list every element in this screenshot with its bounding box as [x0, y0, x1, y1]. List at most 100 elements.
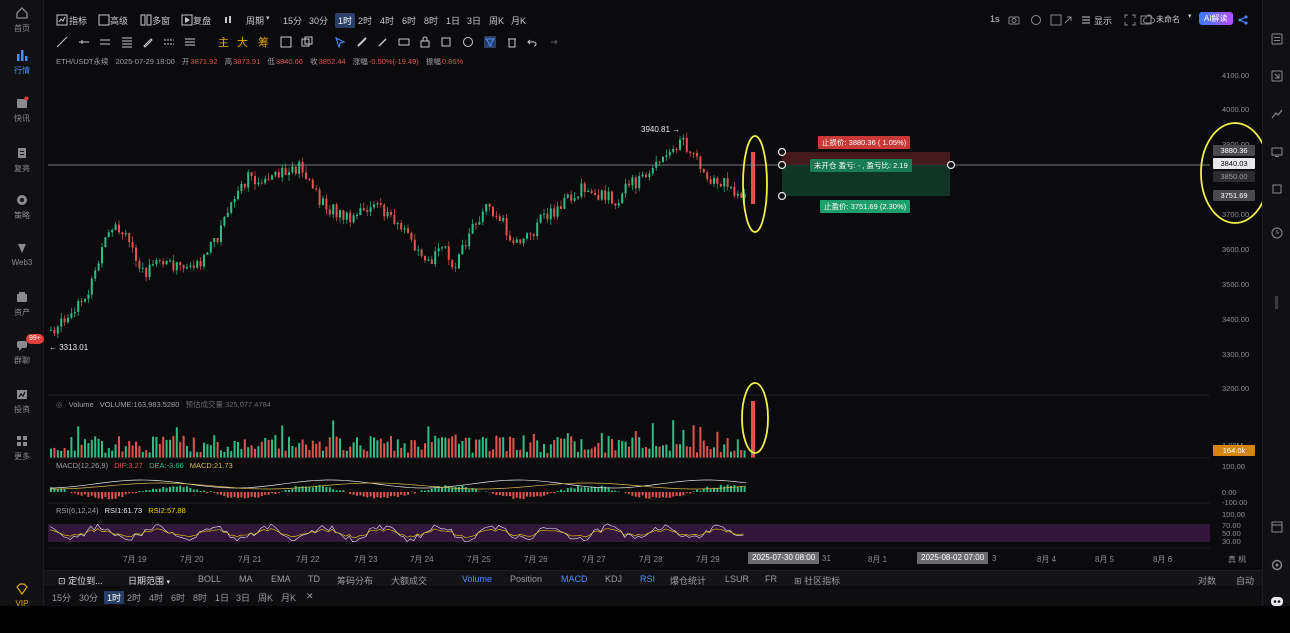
- community-icon: ⊞: [794, 576, 802, 586]
- rsi-axis-label: 100.00: [1222, 510, 1245, 519]
- eye-icon[interactable]: ◎: [56, 400, 63, 409]
- candle-body: [699, 156, 702, 169]
- sub-rsi[interactable]: RSI: [640, 574, 655, 584]
- candle-body: [495, 215, 498, 217]
- position-status-label[interactable]: 未开仓 盈亏: - , 盈亏比: 2.19: [810, 159, 912, 172]
- candle-body: [400, 223, 403, 230]
- volume-bar: [141, 452, 144, 458]
- quick-tf-1d[interactable]: 1日: [215, 591, 229, 604]
- rsi2-value: RSI2:57.88: [148, 506, 186, 515]
- trade-icon[interactable]: [1270, 69, 1284, 83]
- sub-volume[interactable]: Volume: [462, 574, 492, 584]
- volume-bar: [274, 435, 277, 458]
- macd-bar: [70, 492, 73, 494]
- stop-loss-label[interactable]: 止损价: 3880.36 ( 1.05%): [818, 136, 911, 149]
- close-icon[interactable]: ✕: [306, 591, 314, 602]
- indicator-td[interactable]: TD: [308, 574, 320, 584]
- macd-bar: [434, 487, 437, 492]
- volume-bar: [485, 438, 488, 458]
- candle-body: [152, 264, 154, 266]
- macd-bar: [362, 492, 365, 497]
- macd-bar: [342, 490, 345, 492]
- quick-tf-4h[interactable]: 4时: [149, 591, 163, 604]
- price-chart[interactable]: [0, 0, 1262, 570]
- candle-body: [692, 152, 695, 154]
- date-range-button[interactable]: 日期范围 ▾: [128, 574, 170, 587]
- volume-bar: [50, 448, 52, 458]
- order-book-icon[interactable]: [1270, 32, 1284, 46]
- screen-bottom-edge: [0, 606, 1290, 633]
- macd-bar: [638, 492, 641, 498]
- sub-lsur[interactable]: LSUR: [725, 574, 749, 584]
- macd-bar: [369, 492, 372, 497]
- take-profit-label[interactable]: 止盈价: 3751.69 (2.30%): [820, 200, 911, 213]
- sub-fr[interactable]: FR: [765, 574, 777, 584]
- macd-bar: [468, 489, 471, 492]
- macd-label[interactable]: MACD(12,26,9): [56, 461, 108, 470]
- volume-bar: [250, 445, 253, 458]
- quick-tf-week[interactable]: 周K: [258, 591, 273, 604]
- candle-body: [111, 230, 114, 233]
- candle-body: [498, 216, 501, 221]
- panel-handle-icon[interactable]: [1270, 295, 1284, 309]
- quick-tf-8h[interactable]: 8时: [193, 591, 207, 604]
- candle-body: [403, 228, 406, 230]
- candle-body: [454, 267, 457, 269]
- rsi-label[interactable]: RSI(6,12,24): [56, 506, 99, 515]
- trend-icon[interactable]: [1270, 107, 1284, 121]
- sub-liquidation[interactable]: 爆仓统计: [670, 574, 706, 587]
- x-axis-label: 7月 26: [524, 555, 548, 564]
- macd-axis-label: -100.00: [1222, 498, 1248, 507]
- auto-scale-toggle[interactable]: 自动: [1236, 574, 1254, 587]
- volume-bar: [590, 448, 593, 458]
- quick-tf-month[interactable]: 月K: [281, 591, 296, 604]
- candle-body: [512, 240, 515, 243]
- macd-bar: [73, 492, 76, 494]
- volume-bar: [628, 446, 630, 458]
- settings-icon[interactable]: [1270, 558, 1284, 572]
- right-tool-strip: [1262, 0, 1290, 633]
- locate-button[interactable]: ⊡ 定位到...: [58, 574, 103, 587]
- indicator-ema[interactable]: EMA: [271, 574, 291, 584]
- volume-bar: [441, 437, 443, 458]
- quick-tf-3d[interactable]: 3日: [236, 591, 250, 604]
- monitor-icon[interactable]: [1270, 145, 1284, 159]
- candle-body: [80, 301, 83, 303]
- candle-body: [488, 203, 491, 207]
- layers-icon[interactable]: [1270, 182, 1284, 196]
- quick-tf-2h[interactable]: 2时: [127, 591, 141, 604]
- vip-button[interactable]: VIP: [0, 582, 44, 608]
- sub-position[interactable]: Position: [510, 574, 542, 584]
- macd-bar: [158, 488, 161, 492]
- log-scale-toggle[interactable]: 对数: [1198, 574, 1216, 587]
- volume-bar: [107, 447, 110, 458]
- volume-bar: [311, 440, 314, 458]
- candle-body: [250, 172, 253, 177]
- indicator-large-trades[interactable]: 大额成交: [391, 574, 427, 587]
- sub-kdj[interactable]: KDJ: [605, 574, 622, 584]
- quick-tf-1h[interactable]: 1时: [104, 591, 125, 604]
- volume-bar: [393, 450, 396, 458]
- quick-tf-30m[interactable]: 30分: [79, 591, 98, 604]
- volume-label[interactable]: Volume: [69, 400, 94, 409]
- macd-bar: [645, 492, 647, 499]
- macd-bar: [128, 492, 131, 494]
- quick-tf-6h[interactable]: 6时: [171, 591, 185, 604]
- indicator-boll[interactable]: BOLL: [198, 574, 221, 584]
- candle-body: [53, 329, 56, 334]
- candle-body: [413, 239, 416, 251]
- community-indicator-button[interactable]: ⊞ 社区指标: [794, 574, 840, 587]
- volume-bar: [373, 437, 375, 458]
- candle-body: [662, 156, 664, 163]
- candle-body: [617, 203, 620, 206]
- candle-body: [597, 194, 600, 200]
- macd-bar: [655, 492, 658, 498]
- quick-tf-15m[interactable]: 15分: [52, 591, 71, 604]
- clock-icon[interactable]: [1270, 226, 1284, 240]
- layout-icon[interactable]: [1270, 520, 1284, 534]
- sub-macd[interactable]: MACD: [561, 574, 588, 584]
- candle-body: [386, 211, 389, 217]
- indicator-ma[interactable]: MA: [239, 574, 253, 584]
- indicator-chip-distribution[interactable]: 筹码分布: [337, 574, 373, 587]
- macd-bar: [709, 488, 712, 492]
